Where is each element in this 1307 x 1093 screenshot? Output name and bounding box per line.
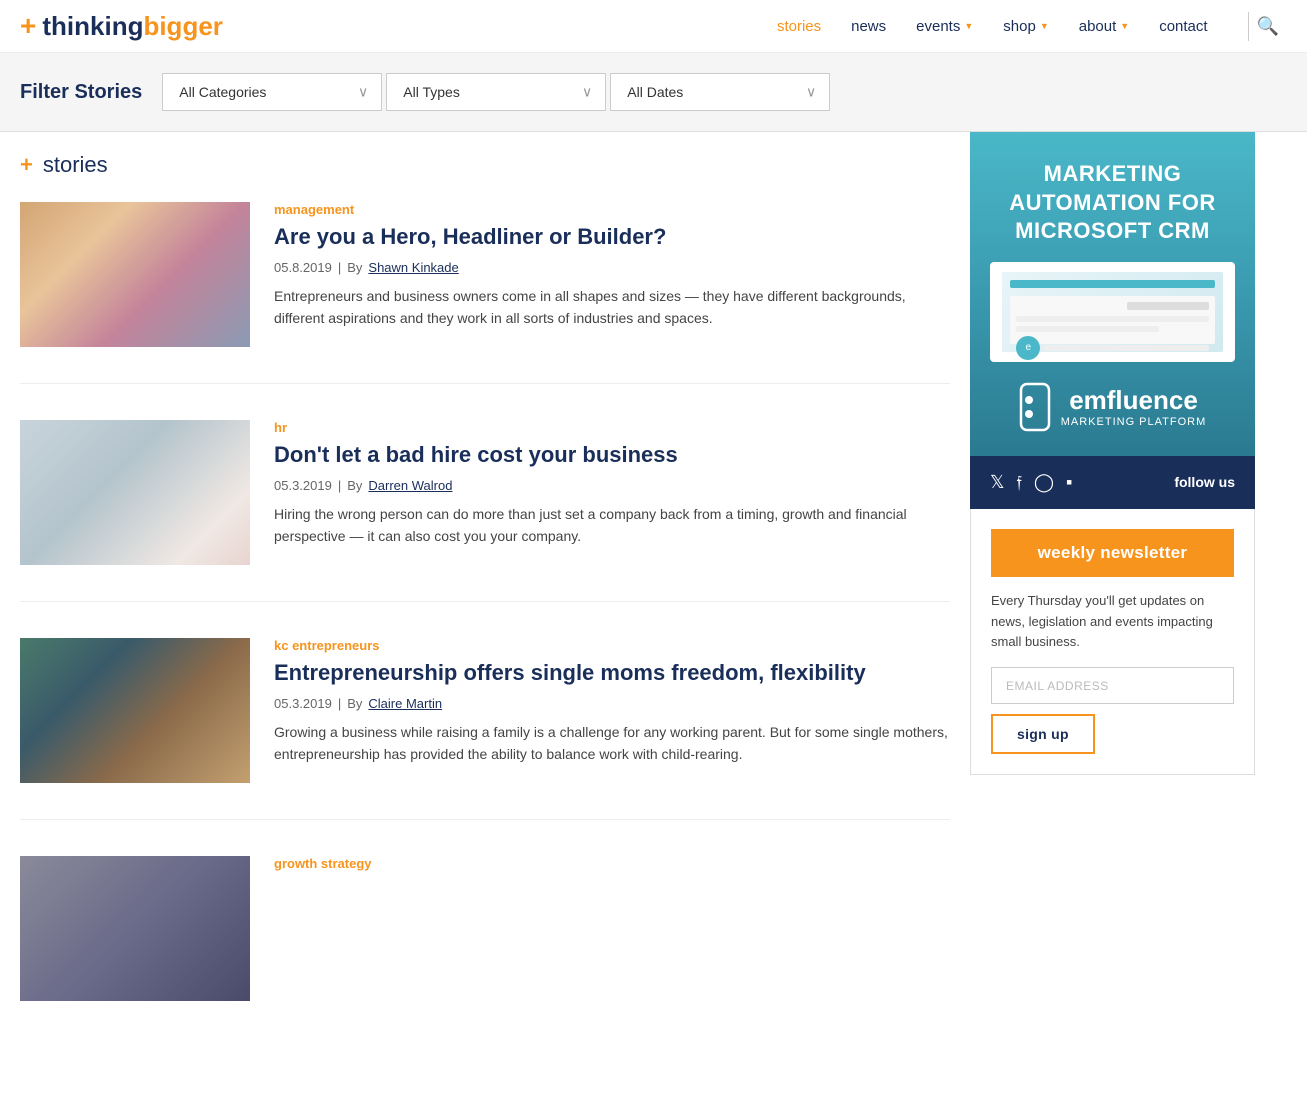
article-date-3: 05.3.2019: [274, 696, 332, 711]
ad-screenshot: e: [990, 262, 1235, 362]
ad-logo-em: emfluence: [1061, 385, 1207, 416]
nav-events[interactable]: events ▼: [916, 18, 973, 35]
facebook-icon[interactable]: 𝔣: [1017, 472, 1022, 493]
date-filter-wrapper: All Dates: [610, 73, 830, 111]
nav-contact[interactable]: contact: [1159, 18, 1207, 35]
search-button[interactable]: 🔍: [1248, 12, 1287, 41]
filter-bar: Filter Stories All Categories All Types …: [0, 53, 1307, 132]
linkedin-icon[interactable]: ▪: [1066, 472, 1072, 493]
category-filter[interactable]: All Categories: [162, 73, 382, 111]
nav-about[interactable]: about ▼: [1079, 18, 1129, 35]
article-category-1: management: [274, 202, 950, 217]
ad-screenshot-inner: e: [1002, 272, 1223, 352]
newsletter-button[interactable]: weekly newsletter: [991, 529, 1234, 577]
newsletter-section: weekly newsletter Every Thursday you'll …: [970, 509, 1255, 775]
newsletter-signup-button[interactable]: sign up: [991, 714, 1095, 754]
article-card: kc entrepreneurs Entrepreneurship offers…: [20, 638, 950, 820]
article-card: hr Don't let a bad hire cost your busine…: [20, 420, 950, 602]
article-content-4: growth strategy: [274, 856, 372, 1001]
date-filter[interactable]: All Dates: [610, 73, 830, 111]
main-nav: stories news events ▼ shop ▼ about ▼ con…: [777, 12, 1287, 41]
logo[interactable]: + thinkingbigger: [20, 10, 223, 42]
social-icons: 𝕏 𝔣 ◯ ▪: [990, 472, 1072, 493]
article-excerpt-2: Hiring the wrong person can do more than…: [274, 503, 950, 548]
twitter-icon[interactable]: 𝕏: [990, 472, 1005, 493]
article-meta-3: 05.3.2019 | By Claire Martin: [274, 696, 950, 711]
type-filter-wrapper: All Types: [386, 73, 606, 111]
article-content-1: management Are you a Hero, Headliner or …: [274, 202, 950, 347]
ad-logo-area: emfluence MARKETING PLATFORM: [990, 382, 1235, 432]
follow-text: follow us: [1174, 474, 1235, 490]
ad-screenshot-content: e: [1010, 296, 1215, 344]
article-category-2: hr: [274, 420, 950, 435]
filter-label: Filter Stories: [20, 81, 142, 104]
article-thumbnail-4[interactable]: [20, 856, 250, 1001]
ad-banner[interactable]: MARKETING AUTOMATION FOR MICROSOFT CRM e: [970, 132, 1255, 456]
article-category-3: kc entrepreneurs: [274, 638, 950, 653]
type-filter[interactable]: All Types: [386, 73, 606, 111]
article-title-2[interactable]: Don't let a bad hire cost your business: [274, 441, 950, 470]
article-card: growth strategy: [20, 856, 950, 1037]
nav-news[interactable]: news: [851, 18, 886, 35]
logo-plus-icon: +: [20, 10, 36, 42]
logo-thinking: thinking: [42, 11, 143, 42]
article-title-1[interactable]: Are you a Hero, Headliner or Builder?: [274, 223, 950, 252]
logo-bigger: bigger: [143, 11, 222, 42]
article-date-1: 05.8.2019: [274, 260, 332, 275]
article-title-3[interactable]: Entrepreneurship offers single moms free…: [274, 659, 950, 688]
ad-logo-sub: MARKETING PLATFORM: [1061, 416, 1207, 428]
content-area: + stories management Are you a Hero, Hea…: [0, 132, 970, 1093]
nav-shop[interactable]: shop ▼: [1003, 18, 1048, 35]
article-meta-2: 05.3.2019 | By Darren Walrod: [274, 478, 950, 493]
header: + thinkingbigger stories news events ▼ s…: [0, 0, 1307, 53]
article-thumbnail-2[interactable]: [20, 420, 250, 565]
article-author-2[interactable]: Darren Walrod: [368, 478, 452, 493]
sidebar: MARKETING AUTOMATION FOR MICROSOFT CRM e: [970, 132, 1255, 795]
nav-stories[interactable]: stories: [777, 18, 821, 35]
article-content-3: kc entrepreneurs Entrepreneurship offers…: [274, 638, 950, 783]
category-filter-wrapper: All Categories: [162, 73, 382, 111]
article-category-4: growth strategy: [274, 856, 372, 871]
main-layout: + stories management Are you a Hero, Hea…: [0, 132, 1307, 1093]
article-card: management Are you a Hero, Headliner or …: [20, 202, 950, 384]
ad-logo-text: emfluence MARKETING PLATFORM: [1061, 385, 1207, 428]
article-excerpt-3: Growing a business while raising a famil…: [274, 721, 950, 766]
instagram-icon[interactable]: ◯: [1034, 472, 1054, 493]
stories-plus-icon: +: [20, 152, 33, 178]
ad-title: MARKETING AUTOMATION FOR MICROSOFT CRM: [990, 160, 1235, 246]
shop-dropdown-arrow: ▼: [1040, 21, 1049, 31]
article-date-2: 05.3.2019: [274, 478, 332, 493]
article-author-1[interactable]: Shawn Kinkade: [368, 260, 458, 275]
stories-heading: + stories: [20, 152, 950, 178]
article-excerpt-1: Entrepreneurs and business owners come i…: [274, 285, 950, 330]
ad-screenshot-bar: [1010, 280, 1215, 288]
article-meta-1: 05.8.2019 | By Shawn Kinkade: [274, 260, 950, 275]
article-author-3[interactable]: Claire Martin: [368, 696, 442, 711]
events-dropdown-arrow: ▼: [964, 21, 973, 31]
social-follow: 𝕏 𝔣 ◯ ▪ follow us: [970, 456, 1255, 509]
newsletter-description: Every Thursday you'll get updates on new…: [991, 591, 1234, 653]
article-thumbnail-1[interactable]: [20, 202, 250, 347]
article-content-2: hr Don't let a bad hire cost your busine…: [274, 420, 950, 565]
newsletter-email-input[interactable]: [991, 667, 1234, 704]
ad-logo-icon: [1019, 382, 1051, 432]
article-thumbnail-3[interactable]: [20, 638, 250, 783]
stories-title: stories: [43, 152, 108, 178]
about-dropdown-arrow: ▼: [1120, 21, 1129, 31]
